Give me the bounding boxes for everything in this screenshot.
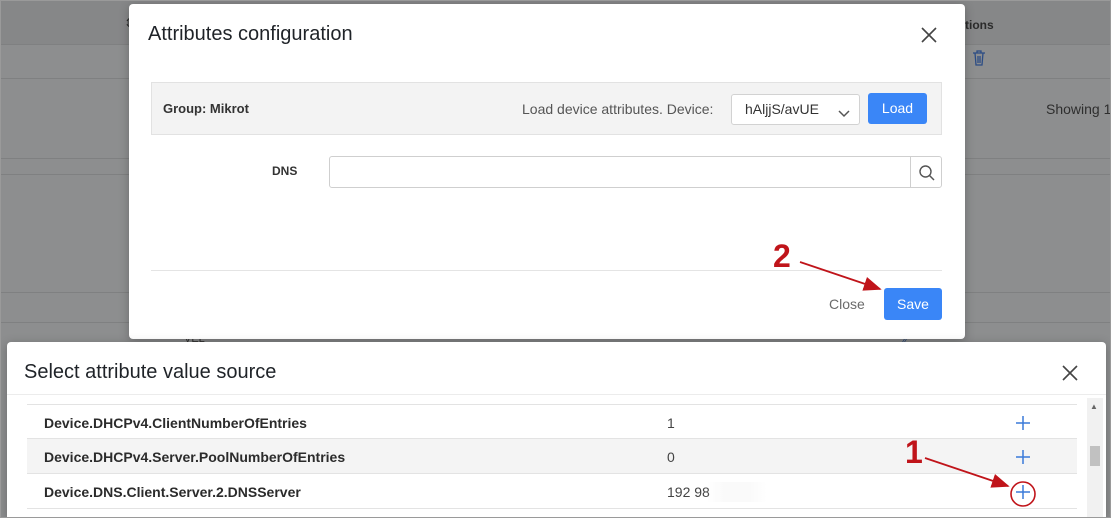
close-icon[interactable]	[1059, 362, 1081, 384]
attributes-configuration-modal: Attributes configuration Group: Mikrot L…	[129, 4, 965, 339]
select-attribute-source-modal: Select attribute value source Device.DHC…	[7, 342, 1106, 518]
close-button[interactable]: Close	[829, 296, 865, 312]
dns-input[interactable]	[329, 156, 911, 188]
modal-title: Attributes configuration	[148, 23, 353, 45]
attribute-value: 192 98	[667, 484, 710, 500]
scrollbar[interactable]: ▲	[1087, 398, 1103, 518]
chevron-down-icon	[838, 105, 850, 121]
attribute-value: 1	[667, 415, 675, 431]
device-select-value: hAljjS/avUE	[745, 101, 819, 117]
add-icon[interactable]	[1013, 482, 1033, 502]
attribute-name: Device.DHCPv4.Server.PoolNumberOfEntries	[44, 449, 346, 465]
load-button[interactable]: Load	[868, 93, 927, 124]
save-button[interactable]: Save	[884, 288, 942, 320]
add-icon[interactable]	[1013, 447, 1033, 467]
header-divider	[7, 394, 1106, 395]
device-select[interactable]: hAljjS/avUE	[731, 94, 860, 125]
attribute-value: 0	[667, 449, 675, 465]
attribute-name: Device.DHCPv4.ClientNumberOfEntries	[44, 415, 307, 431]
scroll-thumb[interactable]	[1090, 446, 1100, 466]
background-showing-text: Showing 1	[1046, 101, 1111, 117]
dns-label: DNS	[272, 164, 298, 178]
close-icon[interactable]	[918, 24, 940, 46]
background-actions-header: tions	[965, 18, 994, 32]
redacted-blur	[707, 482, 767, 502]
attribute-name: Device.DNS.Client.Server.2.DNSServer	[44, 484, 301, 500]
group-bar: Group: Mikrot Load device attributes. De…	[151, 82, 942, 135]
annotation-step-2: 2	[773, 238, 791, 274]
group-label: Group: Mikrot	[163, 101, 249, 116]
add-icon[interactable]	[1013, 413, 1033, 433]
load-device-label: Load device attributes. Device:	[522, 101, 714, 117]
dns-search-button[interactable]	[910, 156, 942, 188]
annotation-step-1: 1	[905, 434, 923, 470]
search-icon	[919, 165, 935, 181]
modal-title: Select attribute value source	[24, 361, 277, 383]
table-row: Device.DNS.Client.Server.2.DNSServer 192…	[27, 474, 1077, 509]
trash-icon	[972, 50, 986, 71]
scroll-up-arrow-icon[interactable]: ▲	[1090, 402, 1098, 411]
footer-divider	[151, 270, 942, 271]
